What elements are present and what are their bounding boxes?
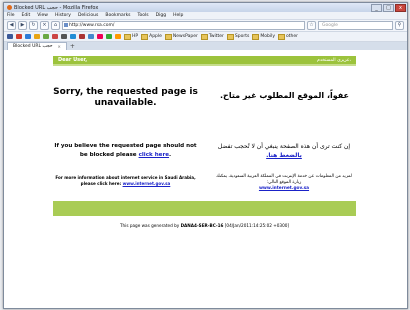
bookmark-icon-10[interactable] [88,34,94,39]
folder-icon [226,33,234,40]
click-here-link-ar[interactable]: بالضغط هنا. [266,152,302,159]
info-text-ar: لمزيد من المعلومات عن خدمة الإنترنت في ا… [216,174,352,185]
unblock-text-ar: إن كنت ترى أن هذه الصفحة ينبغي أن لا تُح… [217,143,351,150]
bookmark-icon-7[interactable] [61,34,67,39]
menu-tools[interactable]: Tools [138,13,149,18]
maximize-button[interactable]: □ [383,3,394,12]
bookmarks-toolbar: HP Apple NewsPaper Twitter Sports Mobily… [4,32,407,42]
bookmark-icon-8[interactable] [70,34,76,39]
browser-window: Blocked URL حجب - Mozilla Firefox _ □ x … [3,2,408,309]
reload-button[interactable]: ↻ [29,21,38,30]
menu-file[interactable]: File [7,13,15,18]
unblock-end: . [169,152,172,158]
menu-bar: File Edit View History Delicious Bookmar… [4,12,407,20]
firefox-icon [7,5,12,10]
bookmark-icon-12[interactable] [106,34,112,39]
bookmark-icon-9[interactable] [79,34,85,39]
bookmark-newspaper[interactable]: NewsPaper [164,33,198,40]
menu-help[interactable]: Help [173,13,183,18]
sorry-message-ar: عفواً، الموقع المطلوب غير متاح. [220,91,349,100]
bookmark-icon-3[interactable] [25,34,31,39]
footer-bar [53,201,356,216]
bookmark-label: Sports [234,34,250,39]
info-en: For more information about internet serv… [53,175,198,187]
bookmark-mobily[interactable]: Mobily [252,33,276,40]
menu-view[interactable]: View [37,13,48,18]
unblock-request-en: If you believe the requested page should… [53,142,198,160]
menu-bookmarks[interactable]: Bookmarks [105,13,130,18]
greeting-en: Dear User, [58,57,88,63]
bookmark-hp[interactable]: HP [124,33,139,40]
click-here-link[interactable]: click here [139,152,169,158]
folder-icon [252,33,260,40]
folder-icon [141,33,149,40]
close-button[interactable]: x [395,3,406,12]
page-content: Dear User, عزيزي المستخدم، Sorry, the re… [4,50,407,308]
unblock-request-ar: إن كنت ترى أن هذه الصفحة ينبغي أن لا تُح… [214,142,354,160]
title-bar: Blocked URL حجب - Mozilla Firefox _ □ x [4,3,407,12]
menu-delicious[interactable]: Delicious [78,13,98,18]
unblock-text: If you believe the requested page should… [54,143,197,158]
back-button[interactable]: ◀ [7,21,16,30]
bookmark-label: other [286,34,299,39]
folder-icon [278,33,286,40]
bookmark-label: NewsPaper [172,34,198,39]
address-bar[interactable]: http://www.rsa.com/ [62,21,305,30]
window-controls: _ □ x [371,3,406,12]
header-bar: Dear User, عزيزي المستخدم، [53,56,356,66]
bookmark-label: Mobily [260,34,276,39]
bookmark-twitter[interactable]: Twitter [200,33,224,40]
search-icon[interactable]: ⚲ [395,21,404,30]
bookmark-star-icon[interactable]: ☆ [307,21,316,30]
menu-history[interactable]: History [55,13,71,18]
folder-icon [164,33,172,40]
info-ar: لمزيد من المعلومات عن خدمة الإنترنت في ا… [214,174,354,192]
bookmark-icon-1[interactable] [7,34,13,39]
stop-button[interactable]: × [40,21,49,30]
folder-icon [124,33,131,40]
bookmark-apple[interactable]: Apple [141,33,162,40]
forward-button[interactable]: ▶ [18,21,27,30]
home-button[interactable]: ⌂ [51,21,60,30]
window-title: Blocked URL حجب - Mozilla Firefox [14,4,99,11]
menu-digg[interactable]: Digg [156,13,166,18]
internet-gov-link[interactable]: www.internet.gov.sa [123,181,171,186]
bookmark-icon-5[interactable] [43,34,49,39]
footer-host: DANA4-SER-BC-16 [180,223,224,228]
navigation-toolbar: ◀ ▶ ↻ × ⌂ http://www.rsa.com/ ☆ Google ⚲ [4,20,407,32]
menu-edit[interactable]: Edit [22,13,31,18]
footer-prefix: This page was generated by [119,223,180,228]
bookmark-other[interactable]: other [278,33,299,40]
address-url: http://www.rsa.com/ [69,23,115,28]
bookmark-icon-6[interactable] [52,34,58,39]
bookmark-label: HP [132,34,139,39]
internet-gov-link-ar[interactable]: www.internet.gov.sa [259,186,309,191]
site-icon [64,23,68,27]
folder-icon [200,33,208,40]
greeting-ar: عزيزي المستخدم، [317,57,351,63]
bookmark-icon-11[interactable] [97,34,103,39]
bookmark-sports[interactable]: Sports [226,33,250,40]
bookmark-icon-2[interactable] [16,34,22,39]
footer-timestamp: [04/Jan/2011:14:25:02 +0300] [224,223,290,228]
bookmark-label: Twitter [208,34,224,39]
minimize-button[interactable]: _ [371,3,382,12]
footer: This page was generated by DANA4-SER-BC-… [53,223,356,228]
sorry-message-en: Sorry, the requested page is unavailable… [53,87,198,108]
bookmark-icon-4[interactable] [34,34,40,39]
search-input[interactable]: Google [318,21,393,30]
bookmark-icon-13[interactable] [115,34,121,39]
bookmark-label: Apple [149,34,162,39]
